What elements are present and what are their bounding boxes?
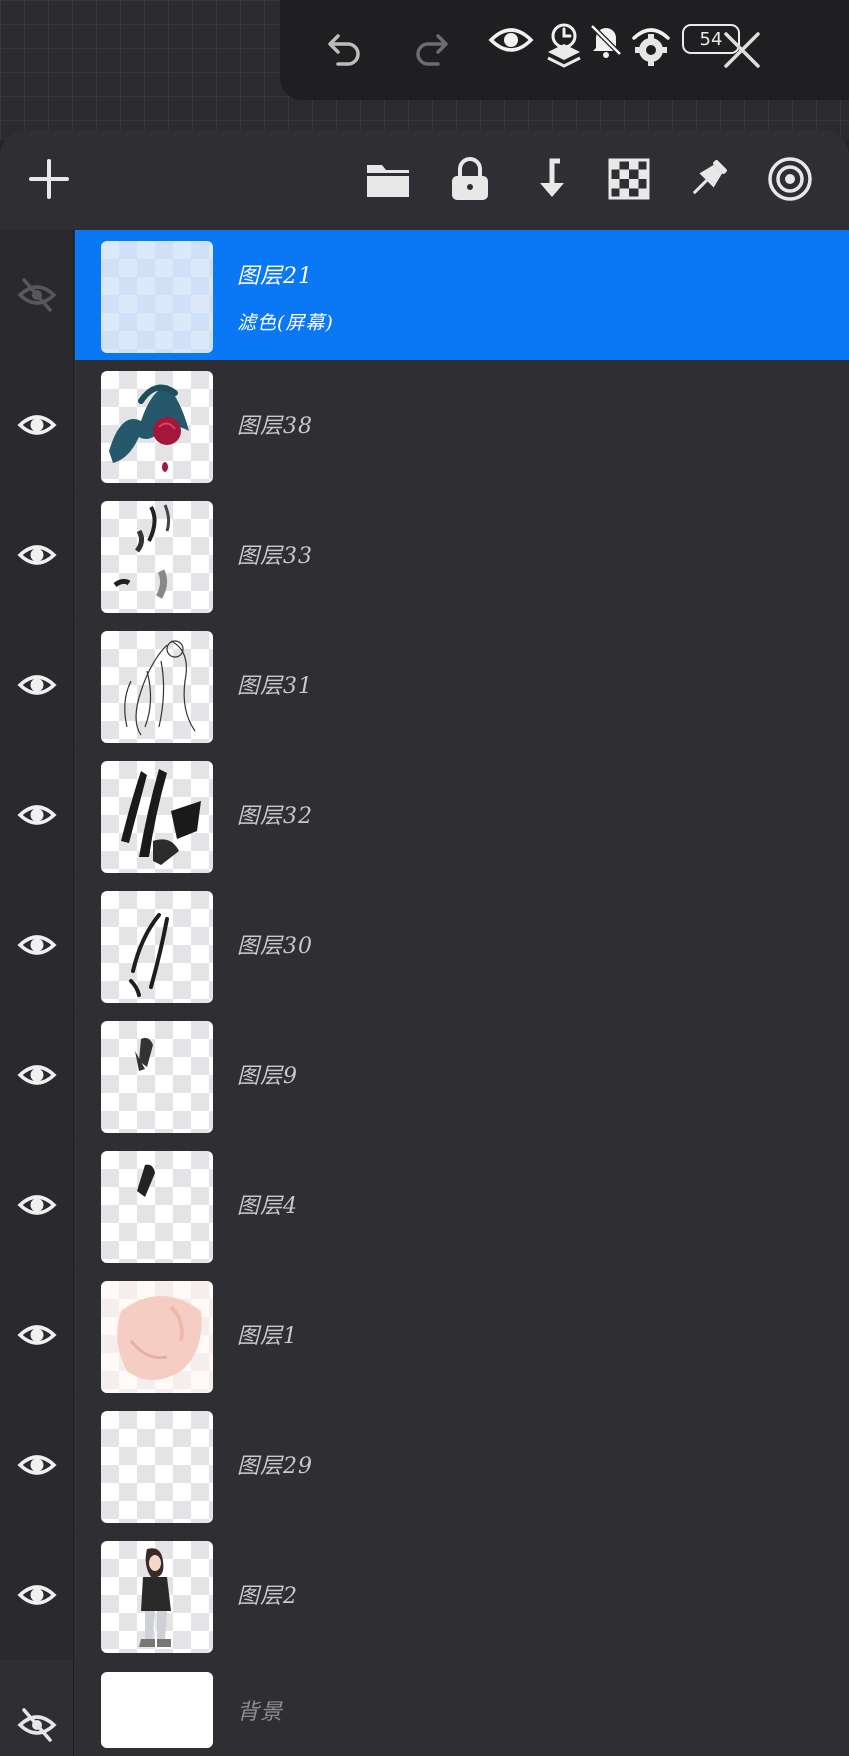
close-icon[interactable]	[718, 26, 766, 74]
pin-icon[interactable]	[684, 155, 732, 203]
visibility-toggle[interactable]	[0, 230, 74, 360]
thumbnail-art	[124, 640, 196, 736]
layer-row[interactable]: 图层38	[0, 360, 849, 490]
layer-name: 图层29	[237, 1454, 313, 1479]
layer-thumbnail	[101, 891, 213, 1003]
visibility-toggle[interactable]	[0, 880, 74, 1010]
layer-row[interactable]: 图层4	[0, 1140, 849, 1270]
layer-thumbnail	[101, 1151, 213, 1263]
eye-icon	[16, 415, 57, 435]
visibility-toggle[interactable]	[0, 490, 74, 620]
layer-name: 背景	[237, 1700, 284, 1725]
thumbnail-art	[129, 913, 169, 997]
eye-icon	[16, 805, 57, 825]
add-layer-icon[interactable]	[25, 155, 73, 203]
layer-name: 图层33	[237, 544, 313, 569]
layer-thumbnail	[101, 371, 213, 483]
undo-icon[interactable]	[318, 26, 366, 74]
mute-bell-icon[interactable]	[586, 20, 626, 60]
layer-thumbnail	[101, 501, 213, 613]
layer-thumbnail	[101, 1411, 213, 1523]
layer-thumbnail	[101, 1281, 213, 1393]
layer-row[interactable]: 图层33	[0, 490, 849, 620]
eye-hidden-icon	[16, 1708, 57, 1742]
eye-icon	[16, 1325, 57, 1345]
blend-mode-label[interactable]: 滤色(屏幕)	[237, 308, 334, 335]
layer-name: 图层38	[237, 414, 313, 439]
layer-name: 图层32	[237, 804, 313, 829]
layer-row[interactable]: 图层21 滤色(屏幕)	[0, 230, 849, 360]
visibility-toggle[interactable]	[0, 1010, 74, 1140]
eye-icon	[16, 1065, 57, 1085]
visibility-toggle[interactable]	[0, 1140, 74, 1270]
eye-hidden-icon	[16, 278, 57, 312]
visibility-toggle[interactable]	[0, 1270, 74, 1400]
layers-icon[interactable]	[540, 20, 588, 68]
layer-row[interactable]: 图层30	[0, 880, 849, 1010]
layer-thumbnail	[101, 1672, 213, 1748]
layer-row[interactable]: 图层1	[0, 1270, 849, 1400]
thumbnail-art	[121, 769, 201, 865]
thumbnail-art	[109, 384, 189, 472]
target-icon[interactable]	[766, 155, 814, 203]
layer-name: 图层2	[237, 1584, 298, 1609]
thumbnail-art	[139, 1548, 171, 1647]
thumbnail-art	[135, 1037, 153, 1071]
checkerboard-icon[interactable]	[605, 155, 653, 203]
layer-name: 图层31	[237, 674, 313, 699]
visibility-toggle[interactable]	[0, 750, 74, 880]
visibility-toggle[interactable]	[0, 1400, 74, 1530]
layer-row[interactable]: 图层9	[0, 1010, 849, 1140]
layer-thumbnail	[101, 1541, 213, 1653]
thumbnail-art	[113, 504, 171, 599]
layer-thumbnail	[101, 631, 213, 743]
merge-down-icon[interactable]	[526, 155, 574, 203]
redo-icon[interactable]	[410, 26, 458, 74]
layer-thumbnail	[101, 1021, 213, 1133]
settings-icon[interactable]	[626, 20, 676, 70]
eye-icon[interactable]	[488, 20, 534, 60]
visibility-toggle[interactable]	[0, 1660, 74, 1756]
layer-row[interactable]: 图层2	[0, 1530, 849, 1660]
layer-name: 图层1	[237, 1324, 298, 1349]
eye-icon	[16, 1585, 57, 1605]
lock-icon[interactable]	[446, 155, 494, 203]
thumbnail-art	[137, 1164, 155, 1197]
eye-icon	[16, 545, 57, 565]
layer-row[interactable]: 图层29	[0, 1400, 849, 1530]
visibility-toggle[interactable]	[0, 360, 74, 490]
eye-icon	[16, 1455, 57, 1475]
visibility-toggle[interactable]	[0, 620, 74, 750]
layer-name: 图层21	[237, 264, 313, 289]
eye-icon	[16, 1195, 57, 1215]
visibility-toggle[interactable]	[0, 1530, 74, 1660]
eye-icon	[16, 935, 57, 955]
layer-thumbnail	[101, 241, 213, 353]
thumbnail-art	[101, 1281, 213, 1393]
eye-icon	[16, 675, 57, 695]
folder-icon[interactable]	[364, 155, 412, 203]
layer-row[interactable]: 图层32	[0, 750, 849, 880]
layer-name: 图层4	[237, 1194, 298, 1219]
layer-name: 图层9	[237, 1064, 298, 1089]
background-layer-row[interactable]: 背景	[0, 1660, 849, 1756]
layer-row[interactable]: 图层31	[0, 620, 849, 750]
layer-name: 图层30	[237, 934, 313, 959]
layer-thumbnail	[101, 761, 213, 873]
